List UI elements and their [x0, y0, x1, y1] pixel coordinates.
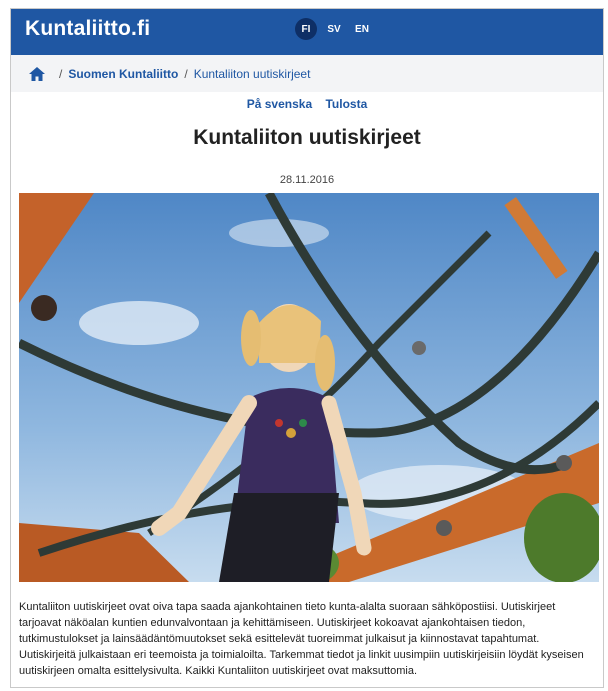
page-title: Kuntaliiton uutiskirjeet	[193, 126, 421, 149]
language-fi[interactable]: FI	[295, 18, 317, 40]
home-icon[interactable]	[29, 66, 45, 81]
breadcrumb-separator: /	[59, 66, 63, 81]
article-body: Kuntaliiton uutiskirjeet ovat oiva tapa …	[19, 601, 584, 677]
swedish-version-link[interactable]: På svenska	[247, 97, 312, 111]
language-sv[interactable]: SV	[323, 18, 345, 40]
publish-date: 28.11.2016	[279, 174, 335, 186]
print-link[interactable]: Tulosta	[325, 97, 367, 111]
page-frame: Kuntaliitto.fi FI SV EN / Suomen Kuntali…	[10, 8, 604, 688]
breadcrumb-separator: /	[184, 66, 188, 81]
breadcrumb-item-suomen-kuntaliitto[interactable]: Suomen Kuntaliitto	[68, 67, 178, 81]
breadcrumb: / Suomen Kuntaliitto / Kuntaliiton uutis…	[11, 55, 603, 92]
top-navigation-bar: Kuntaliitto.fi FI SV EN	[11, 9, 603, 55]
site-logo[interactable]: Kuntaliitto.fi	[25, 17, 150, 41]
breadcrumb-item-current[interactable]: Kuntaliiton uutiskirjeet	[194, 67, 311, 81]
language-switcher: FI SV EN	[295, 18, 373, 40]
article-hero-image	[19, 193, 599, 582]
language-en[interactable]: EN	[351, 18, 373, 40]
page-actions: På svenska Tulosta	[11, 97, 603, 111]
